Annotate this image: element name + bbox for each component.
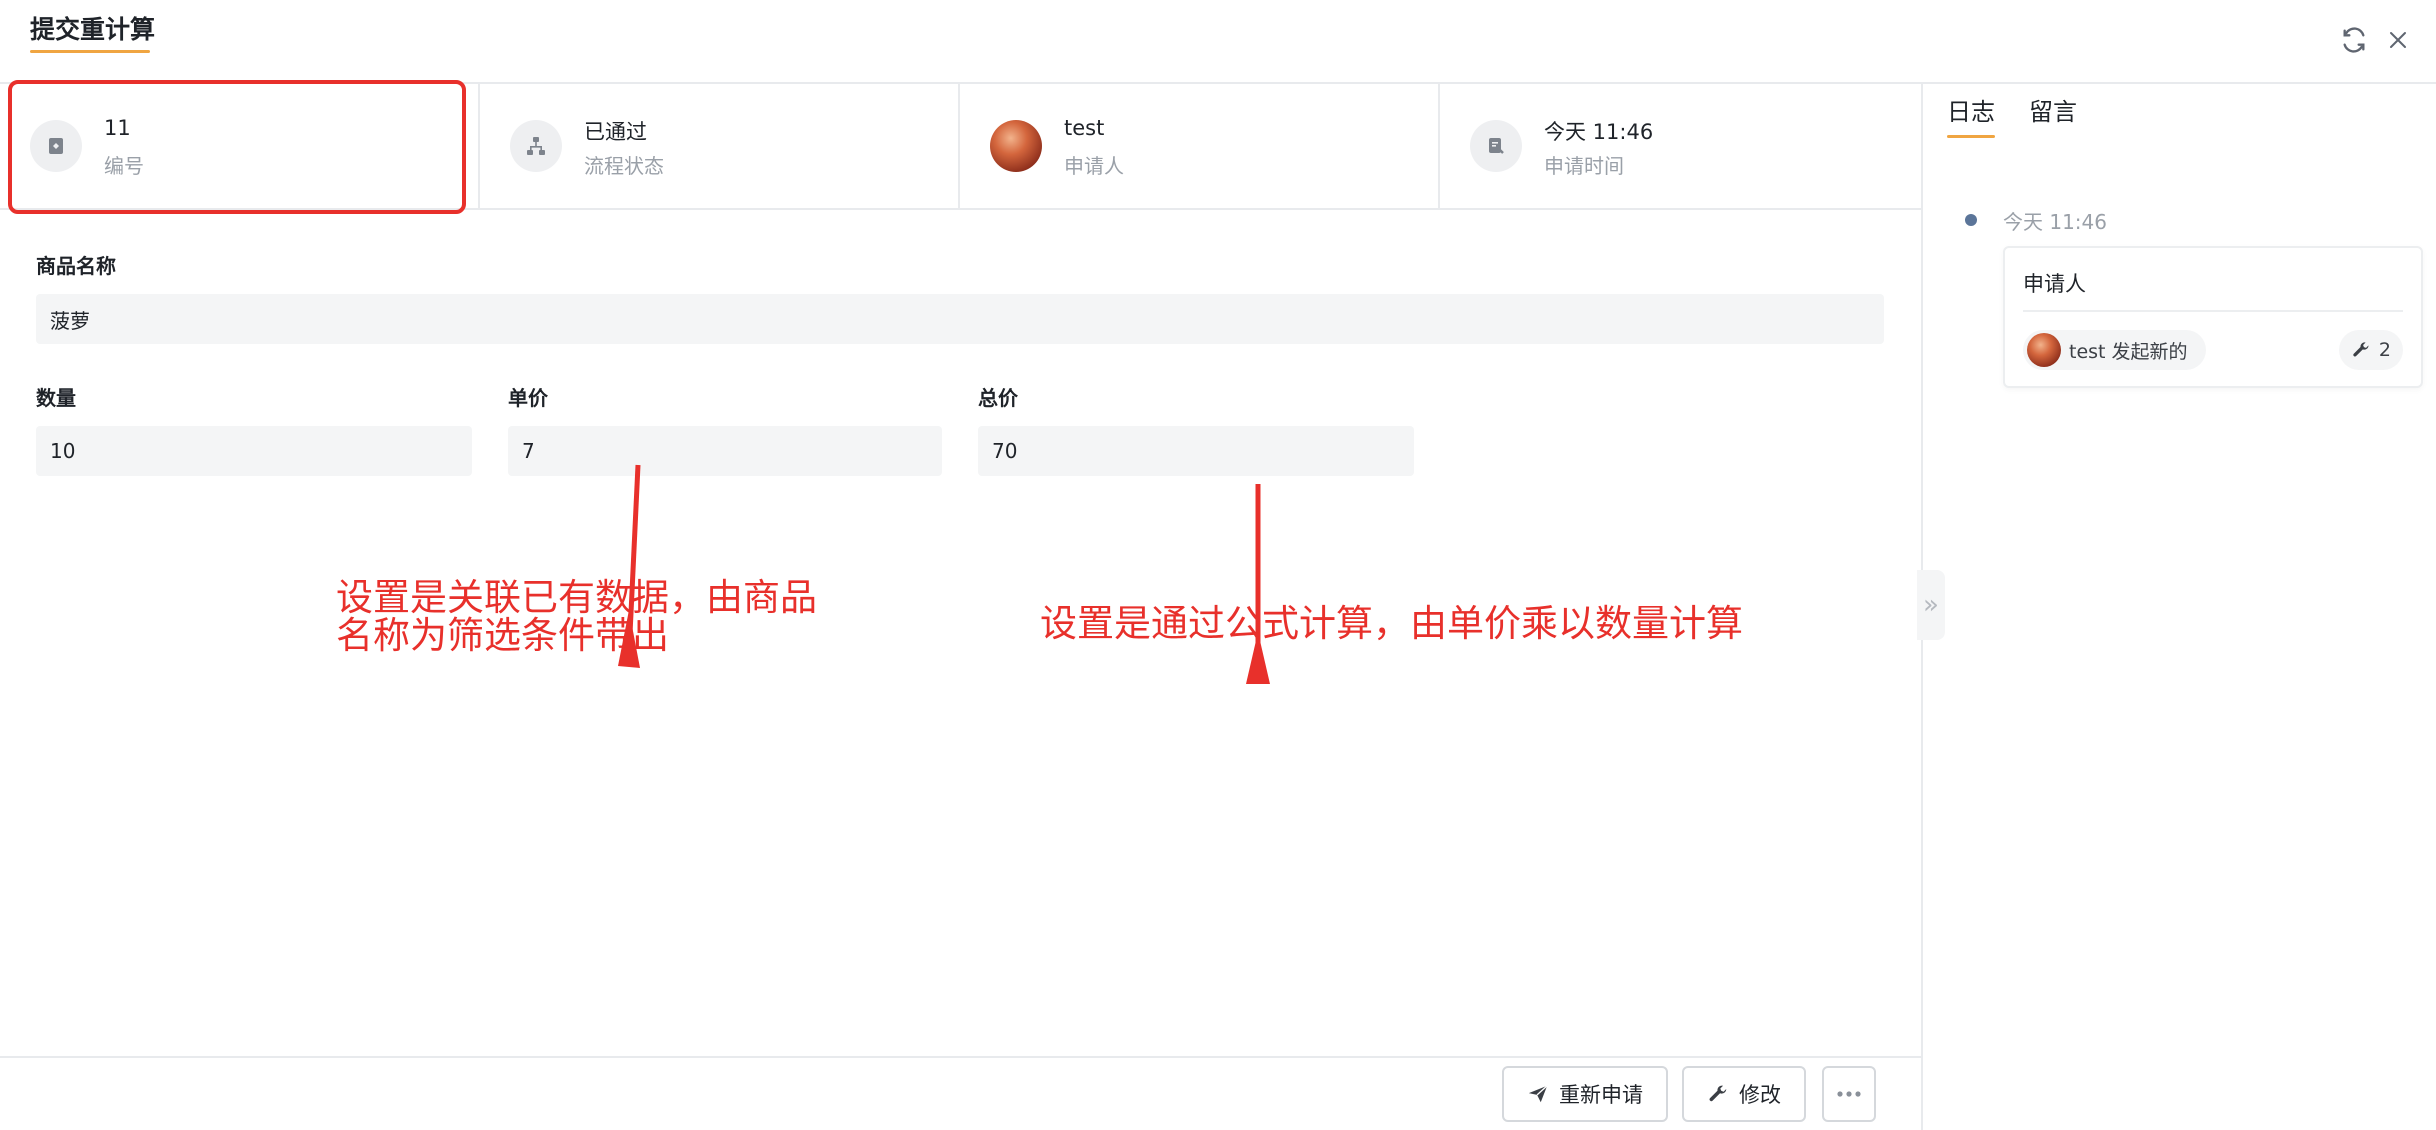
action-bar: 重新申请 修改 — [0, 1056, 1921, 1130]
timeline-time: 今天 11:46 — [2003, 210, 2107, 234]
close-button[interactable] — [2380, 22, 2416, 58]
summary-time-label: 申请时间 — [1544, 154, 1624, 178]
send-icon — [1528, 1085, 1548, 1103]
card-divider — [2023, 310, 2403, 312]
timeline-card: 申请人 test 发起新的 2 — [2003, 246, 2423, 388]
action-count-chip[interactable]: 2 — [2338, 330, 2403, 370]
refresh-button[interactable] — [2336, 22, 2372, 58]
total-field[interactable]: 70 — [978, 426, 1414, 476]
annotation-left-line1: 设置是关联已有数据，由商品 — [336, 576, 817, 619]
modify-button[interactable]: 修改 — [1682, 1066, 1806, 1122]
applicant-chip[interactable]: test 发起新的 — [2023, 330, 2206, 370]
form-icon — [30, 120, 82, 172]
summary-applicant-label: 申请人 — [1064, 154, 1124, 178]
resubmit-button[interactable]: 重新申请 — [1502, 1066, 1668, 1122]
unit-price-label: 单价 — [508, 386, 548, 410]
time-icon — [1470, 120, 1522, 172]
more-icon — [1837, 1091, 1861, 1097]
wrench-icon — [1709, 1085, 1727, 1102]
modify-label: 修改 — [1739, 1083, 1781, 1107]
collapse-panel-button[interactable]: » — [1917, 570, 1945, 640]
summary-id: 11 编号 — [0, 80, 480, 214]
more-button[interactable] — [1822, 1066, 1876, 1122]
tab-log-indicator — [1947, 135, 1995, 138]
side-panel: » 日志 留言 今天 11:46 申请人 test 发起新的 2 — [1917, 84, 2436, 1130]
summary-applicant: test 申请人 — [960, 84, 1440, 210]
page-title: 提交重计算 — [30, 15, 156, 44]
wrench-icon — [2353, 342, 2369, 357]
avatar — [2027, 333, 2061, 367]
avatar — [990, 120, 1042, 172]
action-count: 2 — [2378, 339, 2391, 361]
summary-status-label: 流程状态 — [584, 154, 664, 178]
quantity-label: 数量 — [36, 386, 76, 410]
tab-log[interactable]: 日志 — [1947, 92, 1995, 127]
main-content: 11 编号 已通过 流程状态 test 申请人 今天 11:46 申请时间 商品… — [0, 80, 1921, 1130]
summary-time: 今天 11:46 申请时间 — [1440, 84, 1921, 210]
summary-status-value: 已通过 — [584, 120, 647, 144]
annotation-right: 设置是通过公式计算，由单价乘以数量计算 — [1040, 602, 1743, 645]
tab-comment[interactable]: 留言 — [2029, 92, 2077, 127]
resubmit-label: 重新申请 — [1559, 1083, 1643, 1107]
title-tab-indicator — [30, 50, 150, 53]
unit-price-field[interactable]: 7 — [508, 426, 942, 476]
total-label: 总价 — [978, 386, 1018, 410]
dialog-header: 提交重计算 — [0, 0, 2436, 84]
product-name-label: 商品名称 — [36, 254, 116, 278]
refresh-icon — [2343, 27, 2365, 53]
timeline-dot — [1965, 214, 1977, 226]
summary-strip: 11 编号 已通过 流程状态 test 申请人 今天 11:46 申请时间 — [0, 80, 1921, 214]
annotation-left-line2: 名称为筛选条件带出 — [336, 614, 669, 657]
summary-applicant-value: test — [1064, 116, 1105, 140]
timeline-card-title: 申请人 — [2023, 272, 2086, 296]
double-chevron-right-icon: » — [1923, 590, 1939, 620]
summary-time-value: 今天 11:46 — [1544, 120, 1654, 144]
flow-icon — [510, 120, 562, 172]
quantity-field[interactable]: 10 — [36, 426, 472, 476]
summary-id-value: 11 — [104, 116, 131, 140]
product-name-field[interactable]: 菠萝 — [36, 294, 1884, 344]
close-icon — [2390, 32, 2406, 48]
summary-id-label: 编号 — [104, 154, 144, 178]
summary-status: 已通过 流程状态 — [480, 84, 960, 210]
applicant-chip-text: test 发起新的 — [2069, 340, 2188, 363]
